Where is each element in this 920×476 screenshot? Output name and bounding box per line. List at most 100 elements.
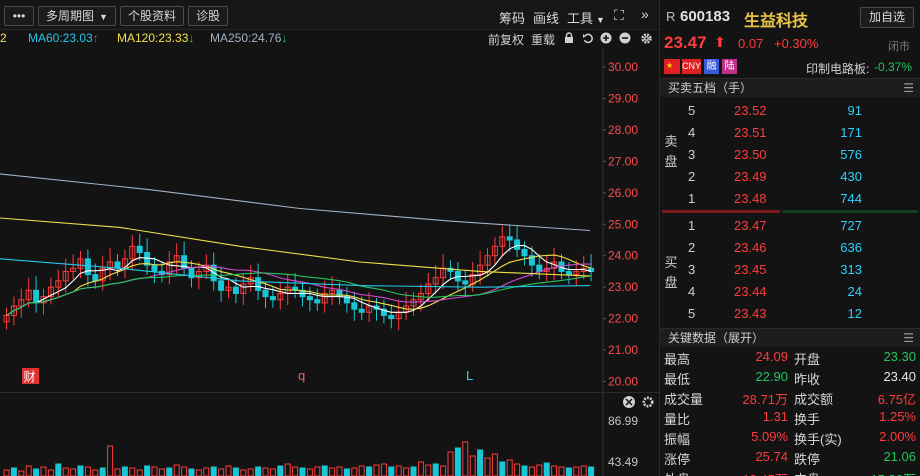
key-stat-value: 25.74 [755,449,788,464]
bid-row[interactable]: 3 23.45 313 [682,259,920,281]
bid-row[interactable]: 1 23.47 727 [682,215,920,237]
candle-body [351,302,358,310]
volume-bar [25,465,32,476]
ask-level: 1 [688,191,696,206]
kline-chart[interactable]: 30.00 29.00 28.00 27.00 26.00 25.00 24.00 23.00… [0,48,660,392]
ask-price: 23.49 [734,169,767,184]
arrow-up-icon: ↑ [92,31,99,45]
candle-body [33,289,40,304]
order-book-header[interactable]: 买卖五档（手） ☰ [660,78,920,97]
volume-bar [181,466,188,476]
key-stat: 内盘 15.26万 [794,469,916,476]
volume-bar [588,466,595,476]
candle-body [92,274,99,282]
reload-button[interactable]: 重载 [531,31,555,48]
key-stat: 昨收 23.40 [794,369,916,389]
gear-icon[interactable] [640,32,652,44]
volume-bar [136,469,143,476]
ask-row[interactable]: 1 23.48 744 [682,188,920,210]
zoom-in-icon[interactable] [600,32,612,44]
adjust-button[interactable]: 前复权 [488,31,524,48]
quote-header: R 600183 生益科技 加自选 23.47 ⬆ 0.07 +0.30% 闭市 [660,0,920,56]
chips-button[interactable]: 筹码 [499,8,525,27]
volume-bar [358,465,365,476]
stock-name[interactable]: 生益科技 [744,7,808,31]
volume-bar [188,468,195,476]
candle-body [262,289,269,298]
diagnose-button[interactable]: 诊股 [188,6,228,26]
volume-bar [225,465,232,476]
cny-tag[interactable]: CNY [682,59,701,74]
volume-chart[interactable]: 86.99 43.49 [0,393,660,476]
event-marker-q[interactable]: q [298,368,305,383]
price-tick: 29.00 [608,91,638,105]
volume-bar [255,466,262,476]
key-stat: 换手(实) 2.00% [794,429,916,449]
volume-bar [277,465,284,476]
bid-level: 1 [688,218,696,233]
volume-bar [477,449,484,476]
bid-level: 2 [688,240,696,255]
bid-row[interactable]: 2 23.46 636 [682,237,920,259]
volume-bar [262,467,269,476]
volume-bar [447,451,454,476]
candle-body [514,239,521,250]
menu-icon[interactable]: ☰ [903,329,914,348]
add-favorite-button[interactable]: 加自选 [860,7,914,28]
period-dropdown[interactable]: 多周期图 ▼ [38,6,116,26]
bid-volume: 313 [840,262,862,277]
ask-row[interactable]: 3 23.50 576 [682,144,920,166]
bid-row[interactable]: 4 23.44 24 [682,281,920,303]
china-flag-icon [664,58,680,74]
volume-gear-icon[interactable] [642,396,654,408]
volume-bar [314,466,321,476]
book-separator [660,210,920,213]
price-change: 0.07 [738,36,764,51]
collapse-panel-icon[interactable]: » [641,6,649,22]
volume-bar [92,469,99,476]
connect-tag[interactable]: 陆 [722,59,737,74]
candle-body [232,286,239,294]
board-label[interactable]: 印制电路板: [806,60,869,77]
ma60-label: MA60:23.03↑ [28,31,99,45]
key-stat-value: 5.09% [751,429,788,444]
volume-bar [543,462,550,476]
key-data-header[interactable]: 关键数据（展开） ☰ [660,328,920,347]
zoom-out-icon[interactable] [619,32,631,44]
bid-volume: 636 [840,240,862,255]
event-marker-l[interactable]: L [466,368,473,383]
ask-volume: 171 [840,125,862,140]
volume-close-icon[interactable] [623,396,635,408]
key-stat-label: 成交量 [664,392,704,407]
profile-button[interactable]: 个股资料 [120,6,184,26]
candle-body [269,296,276,301]
lock-icon[interactable] [563,32,575,44]
menu-icon[interactable]: ☰ [903,79,914,98]
volume-bar [454,447,461,476]
key-stat-value: 13.45万 [742,469,788,476]
volume-bar [329,467,336,476]
key-stat: 成交额 6.75亿 [794,389,916,409]
draw-button[interactable]: 画线 [533,8,559,27]
fullscreen-icon[interactable]: ⛶ [614,7,624,24]
key-stat-label: 量比 [664,412,691,427]
ask-level: 4 [688,125,696,140]
more-button[interactable]: ••• [4,6,34,26]
ask-row[interactable]: 2 23.49 430 [682,166,920,188]
volume-bar [565,467,572,476]
key-stat: 成交量 28.71万 [664,389,788,409]
bid-row[interactable]: 5 23.43 12 [682,303,920,325]
key-stat-value: 28.71万 [742,392,788,407]
volume-tick-high: 86.99 [608,414,638,428]
volume-bar [269,468,276,476]
ask-row[interactable]: 4 23.51 171 [682,122,920,144]
volume-bar [514,463,521,476]
last-price: 23.47 [664,33,707,52]
arrow-down-icon: ↓ [281,31,288,45]
ask-row[interactable]: 5 23.52 91 [682,100,920,122]
undo-icon[interactable] [582,32,594,44]
toolbar: ••• 多周期图 ▼ 个股资料 诊股 筹码 画线 工具 ▼ ⛶ » [0,0,660,30]
candle-body [151,264,158,272]
tools-dropdown[interactable]: 工具 ▼ [567,8,605,27]
margin-tag[interactable]: 融 [704,59,719,74]
